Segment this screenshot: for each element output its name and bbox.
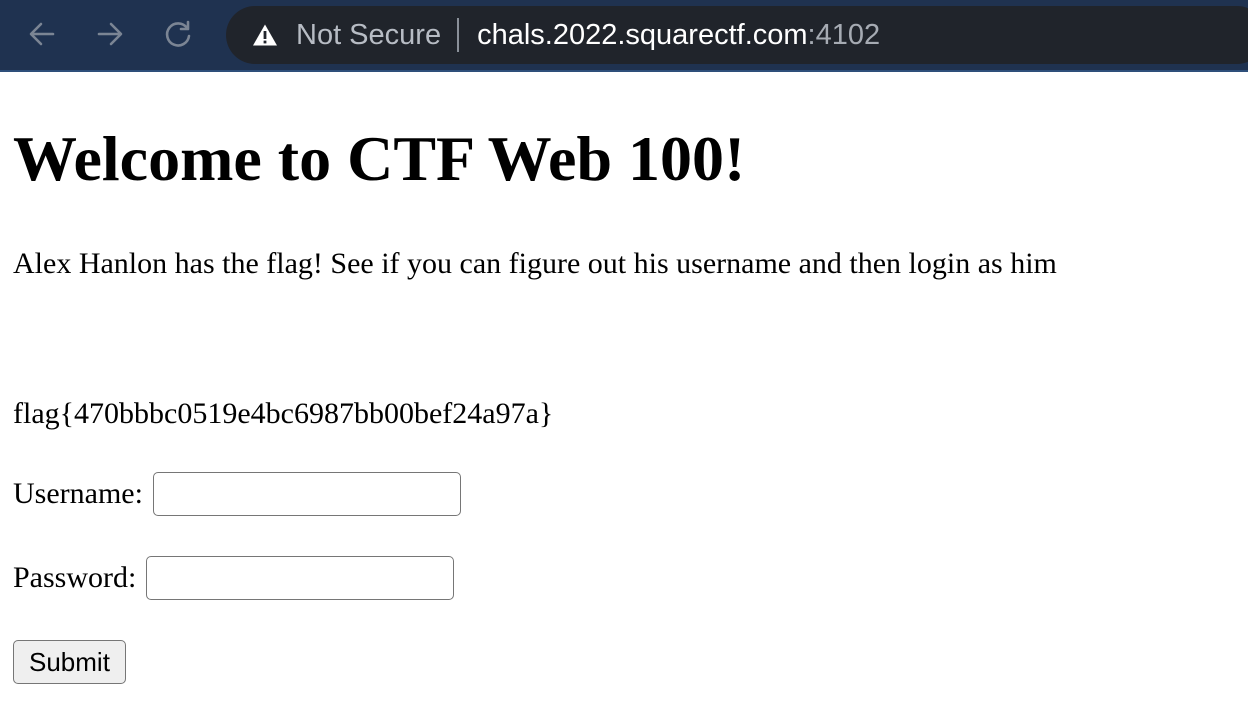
forward-button[interactable] bbox=[90, 14, 130, 54]
url-host: chals.2022.squarectf.com bbox=[477, 18, 808, 51]
url-port: :4102 bbox=[807, 18, 881, 51]
intro-text: Alex Hanlon has the flag! See if you can… bbox=[13, 247, 1057, 280]
password-row: Password: bbox=[13, 556, 455, 600]
security-indicator[interactable]: Not Secure bbox=[252, 19, 441, 52]
browser-toolbar: Not Secure chals.2022.squarectf.com:4102 bbox=[0, 0, 1248, 72]
warning-triangle-icon bbox=[253, 24, 277, 46]
reload-icon bbox=[165, 20, 191, 47]
password-label: Password: bbox=[13, 561, 137, 594]
arrow-left-icon bbox=[29, 22, 55, 46]
flag-text: flag{470bbbc0519e4bc6987bb00bef24a97a} bbox=[13, 397, 554, 430]
username-input[interactable] bbox=[152, 472, 461, 516]
password-input[interactable] bbox=[146, 556, 455, 600]
reload-button[interactable] bbox=[158, 14, 198, 54]
omnibox-divider bbox=[457, 18, 460, 52]
page-title: Welcome to CTF Web 100! bbox=[13, 123, 746, 194]
security-label: Not Secure bbox=[296, 18, 442, 51]
submit-button[interactable]: Submit bbox=[13, 640, 126, 684]
username-label: Username: bbox=[13, 477, 143, 510]
arrow-right-icon bbox=[97, 22, 123, 46]
back-button[interactable] bbox=[22, 14, 62, 54]
username-row: Username: bbox=[13, 472, 461, 516]
address-bar[interactable]: Not Secure chals.2022.squarectf.com:4102 bbox=[226, 6, 1248, 64]
